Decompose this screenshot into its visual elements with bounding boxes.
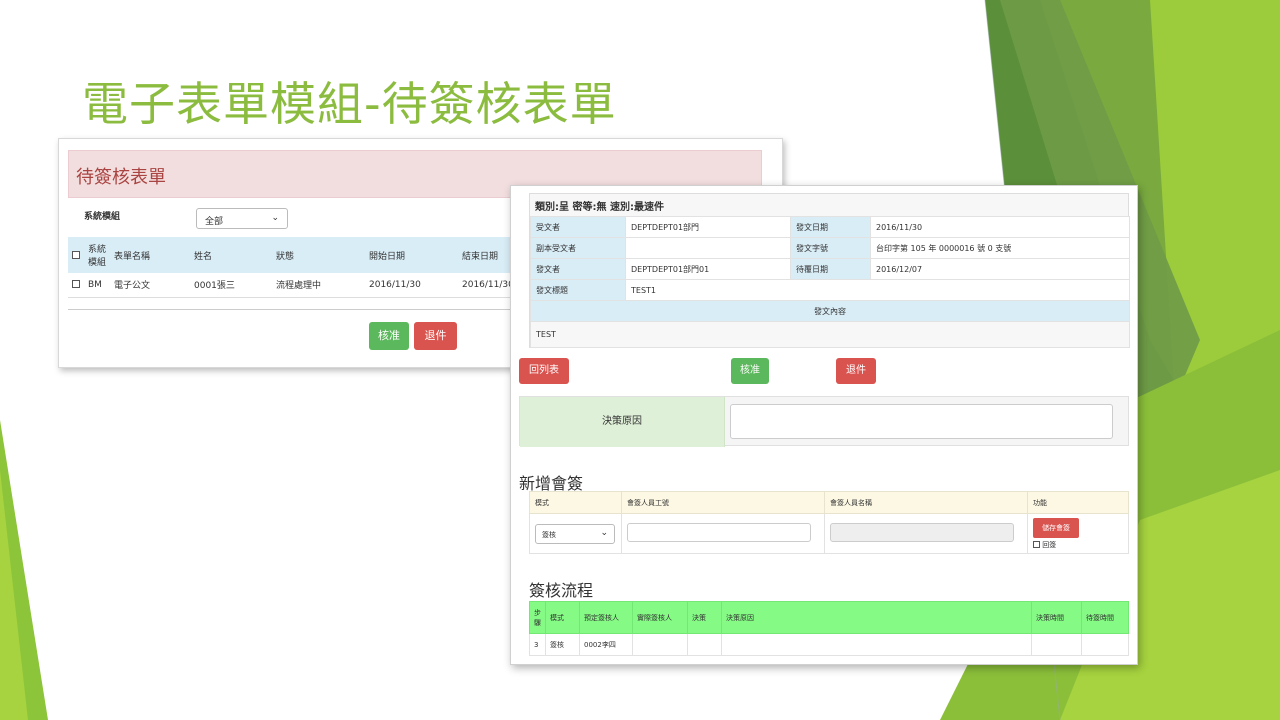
send-date-value: 2016/11/30 <box>870 216 1130 238</box>
cell-planned-signer: 0002李四 <box>579 633 633 656</box>
col-form-name: 表單名稱 <box>110 237 190 273</box>
sender-value: DEPTDEPT01部門01 <box>625 258 791 280</box>
cell-name: 0001張三 <box>190 273 272 298</box>
slide-title: 電子表單模組-待簽核表單 <box>82 77 617 131</box>
col-status: 狀態 <box>272 237 365 273</box>
col-waiting-time: 待簽時間 <box>1081 601 1129 634</box>
approve-button[interactable]: 核准 <box>369 322 409 350</box>
receiver-label: 受文者 <box>530 216 626 238</box>
cell-form-name: 電子公文 <box>110 273 190 298</box>
col-mode: 模式 <box>545 601 580 634</box>
cell-status: 流程處理中 <box>272 273 365 298</box>
doc-number-value: 台印字第 105 年 0000016 號 0 支號 <box>870 237 1130 259</box>
review-sign-option[interactable]: 回簽 <box>1033 540 1123 550</box>
review-sign-label: 回簽 <box>1042 540 1057 549</box>
table-row: 3 簽核 0002李四 <box>529 633 1129 656</box>
reply-date-value: 2016/12/07 <box>870 258 1130 280</box>
col-name: 姓名 <box>190 237 272 273</box>
col-signer-name: 會簽人員名稱 <box>824 491 1028 514</box>
col-start-date: 開始日期 <box>365 237 458 273</box>
copy-receiver-value <box>625 237 791 259</box>
cell-decision-reason <box>721 633 1032 656</box>
cell-actual-signer <box>632 633 688 656</box>
col-decision-time: 決策時間 <box>1031 601 1082 634</box>
module-filter-value: 全部 <box>205 217 224 227</box>
subject-value: TEST1 <box>625 279 1130 301</box>
document-category-header: 類別:呈 密等:無 速別:最速件 <box>535 202 664 213</box>
document-detail-screenshot: 類別:呈 密等:無 速別:最速件 受文者 DEPTDEPT01部門 發文日期 2… <box>510 185 1138 665</box>
panel-title: 待簽核表單 <box>76 167 166 188</box>
col-decision-reason: 決策原因 <box>721 601 1032 634</box>
content-label: 發文內容 <box>530 300 1130 322</box>
row-checkbox[interactable] <box>72 280 80 289</box>
cell-module: BM <box>84 273 110 298</box>
return-button[interactable]: 退件 <box>414 322 457 350</box>
copy-receiver-label: 副本受文者 <box>530 237 626 259</box>
sign-mode-value: 簽核 <box>542 530 556 539</box>
approve-button[interactable]: 核准 <box>731 358 769 384</box>
signer-id-input[interactable] <box>627 523 811 542</box>
back-to-list-button[interactable]: 回列表 <box>519 358 569 384</box>
col-decision: 決策 <box>687 601 722 634</box>
decision-reason-input[interactable] <box>730 404 1113 439</box>
doc-number-label: 發文字號 <box>790 237 871 259</box>
divider <box>68 309 518 310</box>
return-button[interactable]: 退件 <box>836 358 876 384</box>
col-end-date: 結束日期 <box>458 237 518 273</box>
cell-step: 3 <box>529 633 546 656</box>
col-signer-id: 會簽人員工號 <box>621 491 825 514</box>
sign-flow-table: 步驟 模式 預定簽核人 實際簽核人 決策 決策原因 決策時間 待簽時間 3 簽核… <box>529 601 1129 656</box>
col-planned-signer: 預定簽核人 <box>579 601 633 634</box>
cell-decision <box>687 633 722 656</box>
col-step: 步驟 <box>529 601 546 634</box>
save-countersign-button[interactable]: 儲存會簽 <box>1033 517 1079 538</box>
reply-date-label: 待覆日期 <box>790 258 871 280</box>
add-countersign-table: 模式 會簽人員工號 會簽人員名稱 功能 簽核 ⌄ 儲存會簽 回簽 <box>529 491 1129 554</box>
cell-decision-time <box>1031 633 1082 656</box>
select-all-checkbox[interactable] <box>72 250 80 259</box>
sign-flow-title: 簽核流程 <box>529 581 594 600</box>
cell-mode: 簽核 <box>545 633 580 656</box>
table-row: 簽核 ⌄ 儲存會簽 回簽 <box>529 513 1129 554</box>
pending-forms-table: 系統模組 表單名稱 姓名 狀態 開始日期 結束日期 BM 電子公文 0001張三… <box>68 237 518 298</box>
content-value: TEST <box>530 321 1130 348</box>
col-function: 功能 <box>1027 491 1129 514</box>
module-filter-label: 系統模組 <box>84 212 121 222</box>
decision-reason-label: 決策原因 <box>520 397 725 447</box>
col-module: 系統模組 <box>84 237 110 273</box>
decision-reason-row: 決策原因 <box>519 396 1129 447</box>
chevron-down-icon: ⌄ <box>271 213 279 223</box>
receiver-value: DEPTDEPT01部門 <box>625 216 791 238</box>
cell-waiting-time <box>1081 633 1129 656</box>
sender-label: 發文者 <box>530 258 626 280</box>
cell-end-date: 2016/11/30 <box>458 273 518 298</box>
signer-name-input <box>830 523 1014 542</box>
col-actual-signer: 實際簽核人 <box>632 601 688 634</box>
subject-label: 發文標題 <box>530 279 626 301</box>
sign-mode-select[interactable]: 簽核 ⌄ <box>535 523 615 544</box>
chevron-down-icon: ⌄ <box>600 527 608 538</box>
send-date-label: 發文日期 <box>790 216 871 238</box>
review-sign-checkbox[interactable] <box>1033 541 1040 548</box>
document-info-panel: 類別:呈 密等:無 速別:最速件 受文者 DEPTDEPT01部門 發文日期 2… <box>529 193 1130 348</box>
cell-start-date: 2016/11/30 <box>365 273 458 298</box>
module-filter-select[interactable]: 全部 ⌄ <box>196 208 288 229</box>
table-row[interactable]: BM 電子公文 0001張三 流程處理中 2016/11/30 2016/11/… <box>68 273 518 298</box>
col-mode: 模式 <box>529 491 622 514</box>
document-info-table: 受文者 DEPTDEPT01部門 發文日期 2016/11/30 副本受文者 發… <box>530 216 1130 348</box>
